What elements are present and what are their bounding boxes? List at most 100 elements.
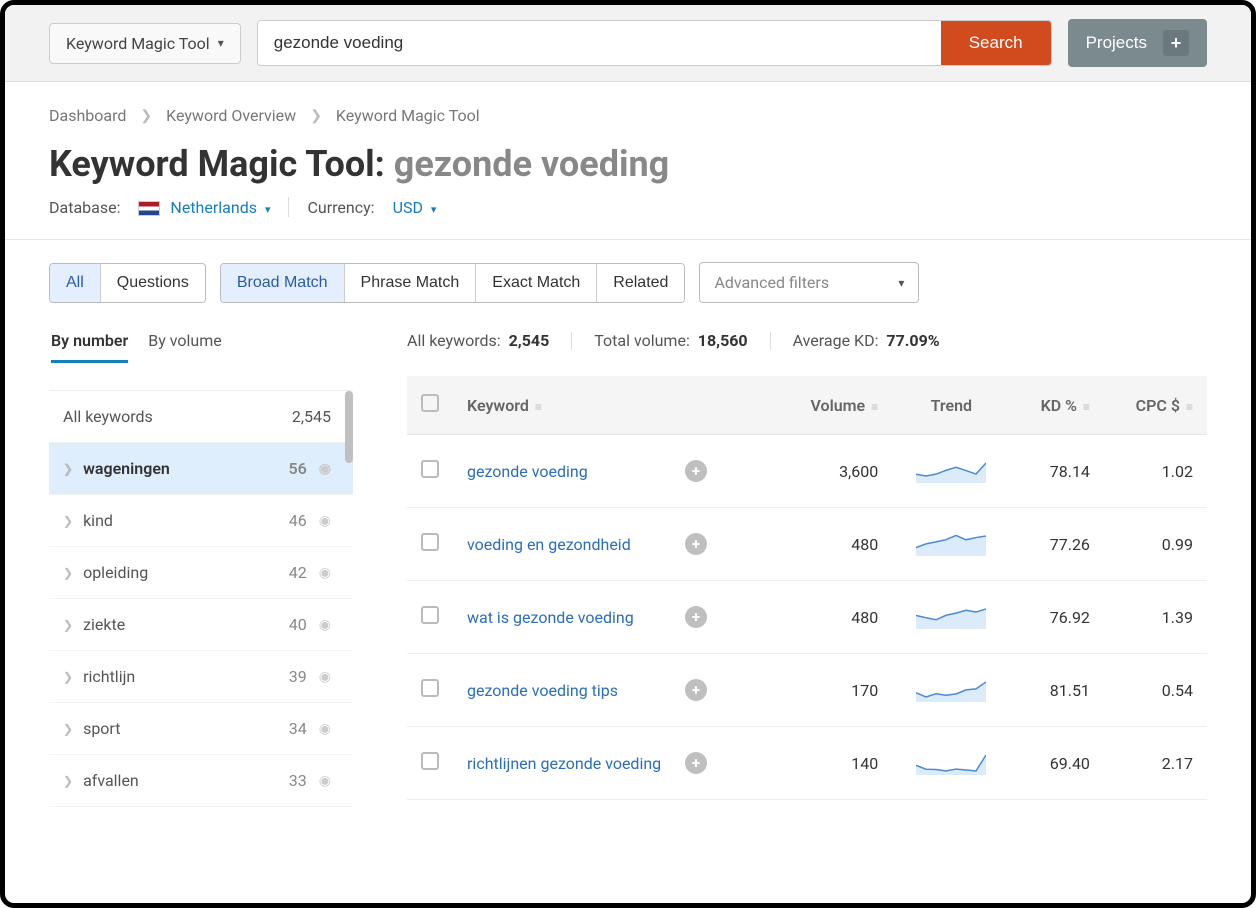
search-form: Search [257,20,1052,66]
chevron-right-icon: ❯ [63,514,73,528]
group-row[interactable]: ❯ sport 34 ◉ [49,703,353,755]
keyword-link[interactable]: wat is gezonde voeding [467,608,634,627]
trend-sparkline [916,601,986,629]
sort-icon: ≡ [1186,400,1193,414]
eye-icon[interactable]: ◉ [319,461,331,477]
row-checkbox[interactable] [421,533,439,551]
breadcrumb-dashboard[interactable]: Dashboard [49,106,126,125]
breadcrumb: Dashboard ❯ Keyword Overview ❯ Keyword M… [49,106,1207,125]
tab-by-number[interactable]: By number [51,331,128,363]
match-segment: Broad Match Phrase Match Exact Match Rel… [220,263,686,303]
currency-selector[interactable]: USD ▾ [393,198,437,217]
add-keyword-button[interactable]: + [685,752,707,774]
group-count: 56 [289,459,307,478]
col-cpc[interactable]: CPC $≡ [1104,376,1207,435]
filter-row: All Questions Broad Match Phrase Match E… [49,262,1207,303]
group-row[interactable]: ❯ richtlijn 39 ◉ [49,651,353,703]
tool-dropdown[interactable]: Keyword Magic Tool ▾ [49,23,241,64]
group-count: 40 [289,615,307,634]
group-label: ziekte [83,615,125,634]
advanced-filters-dropdown[interactable]: Advanced filters ▾ [699,262,919,303]
row-checkbox[interactable] [421,460,439,478]
stat-avg-kd: 77.09% [886,331,939,350]
plus-icon[interactable]: + [1163,30,1189,56]
match-phrase[interactable]: Phrase Match [345,264,477,302]
row-checkbox[interactable] [421,752,439,770]
cell-volume: 480 [777,508,893,581]
table-row: wat is gezonde voeding + 480 76.92 1.39 [407,581,1207,654]
keyword-link[interactable]: gezonde voeding [467,462,588,481]
scope-questions[interactable]: Questions [101,264,205,302]
currency-label: Currency: [307,198,374,217]
group-row[interactable]: ❯ kind 46 ◉ [49,495,353,547]
select-all-checkbox[interactable] [421,394,439,412]
advanced-filters-label: Advanced filters [714,273,829,292]
group-label: richtlijn [83,667,135,686]
chevron-right-icon: ❯ [310,108,322,124]
scope-all[interactable]: All [50,264,101,302]
scrollbar[interactable] [345,391,353,463]
group-label: wageningen [83,459,170,478]
cell-cpc: 2.17 [1104,727,1207,800]
row-checkbox[interactable] [421,606,439,624]
cell-cpc: 1.39 [1104,581,1207,654]
col-trend: Trend [892,376,1010,435]
cell-kd: 78.14 [1011,435,1104,508]
eye-icon[interactable]: ◉ [319,773,331,789]
tab-by-volume[interactable]: By volume [148,331,222,363]
projects-label: Projects [1086,33,1147,53]
add-keyword-button[interactable]: + [685,679,707,701]
projects-button[interactable]: Projects + [1068,19,1207,67]
search-button[interactable]: Search [941,21,1051,65]
eye-icon[interactable]: ◉ [319,565,331,581]
cell-cpc: 0.54 [1104,654,1207,727]
database-selector[interactable]: Netherlands ▾ [138,198,270,217]
cell-cpc: 1.02 [1104,435,1207,508]
group-label: kind [83,511,113,530]
eye-icon[interactable]: ◉ [319,513,331,529]
sort-icon: ≡ [871,400,878,414]
group-count: 34 [289,719,307,738]
trend-sparkline [916,674,986,702]
group-count: 42 [289,563,307,582]
keywords-table: Keyword≡ Volume≡ Trend KD %≡ CPC $≡ gezo… [407,376,1207,800]
chevron-down-icon: ▾ [265,203,271,216]
table-row: gezonde voeding + 3,600 78.14 1.02 [407,435,1207,508]
group-count: 2,545 [292,407,331,426]
table-row: voeding en gezondheid + 480 77.26 0.99 [407,508,1207,581]
add-keyword-button[interactable]: + [685,533,707,555]
row-checkbox[interactable] [421,679,439,697]
currency-value: USD [393,198,423,217]
col-keyword[interactable]: Keyword≡ [453,376,777,435]
group-label: opleiding [83,563,148,582]
group-row[interactable]: ❯ wageningen 56 ◉ [49,443,353,495]
page-title-query: gezonde voeding [394,143,669,185]
trend-sparkline [916,455,986,483]
group-all-keywords[interactable]: All keywords 2,545 [49,391,353,443]
separator [288,197,289,217]
group-row[interactable]: ❯ opleiding 42 ◉ [49,547,353,599]
add-keyword-button[interactable]: + [685,606,707,628]
group-count: 33 [289,771,307,790]
search-input[interactable] [258,21,941,65]
match-broad[interactable]: Broad Match [221,264,345,302]
keyword-link[interactable]: gezonde voeding tips [467,681,618,700]
col-kd[interactable]: KD %≡ [1011,376,1104,435]
eye-icon[interactable]: ◉ [319,669,331,685]
keyword-link[interactable]: voeding en gezondheid [467,535,631,554]
eye-icon[interactable]: ◉ [319,617,331,633]
group-count: 39 [289,667,307,686]
group-label: sport [83,719,120,738]
add-keyword-button[interactable]: + [685,460,707,482]
eye-icon[interactable]: ◉ [319,721,331,737]
keyword-link[interactable]: richtlijnen gezonde voeding [467,754,661,773]
breadcrumb-overview[interactable]: Keyword Overview [166,106,296,125]
group-row[interactable]: ❯ afvallen 33 ◉ [49,755,353,807]
match-exact[interactable]: Exact Match [476,264,597,302]
col-volume[interactable]: Volume≡ [777,376,893,435]
cell-kd: 76.92 [1011,581,1104,654]
match-related[interactable]: Related [597,264,684,302]
table-row: richtlijnen gezonde voeding + 140 69.40 … [407,727,1207,800]
group-row[interactable]: ❯ ziekte 40 ◉ [49,599,353,651]
chevron-right-icon: ❯ [63,722,73,736]
